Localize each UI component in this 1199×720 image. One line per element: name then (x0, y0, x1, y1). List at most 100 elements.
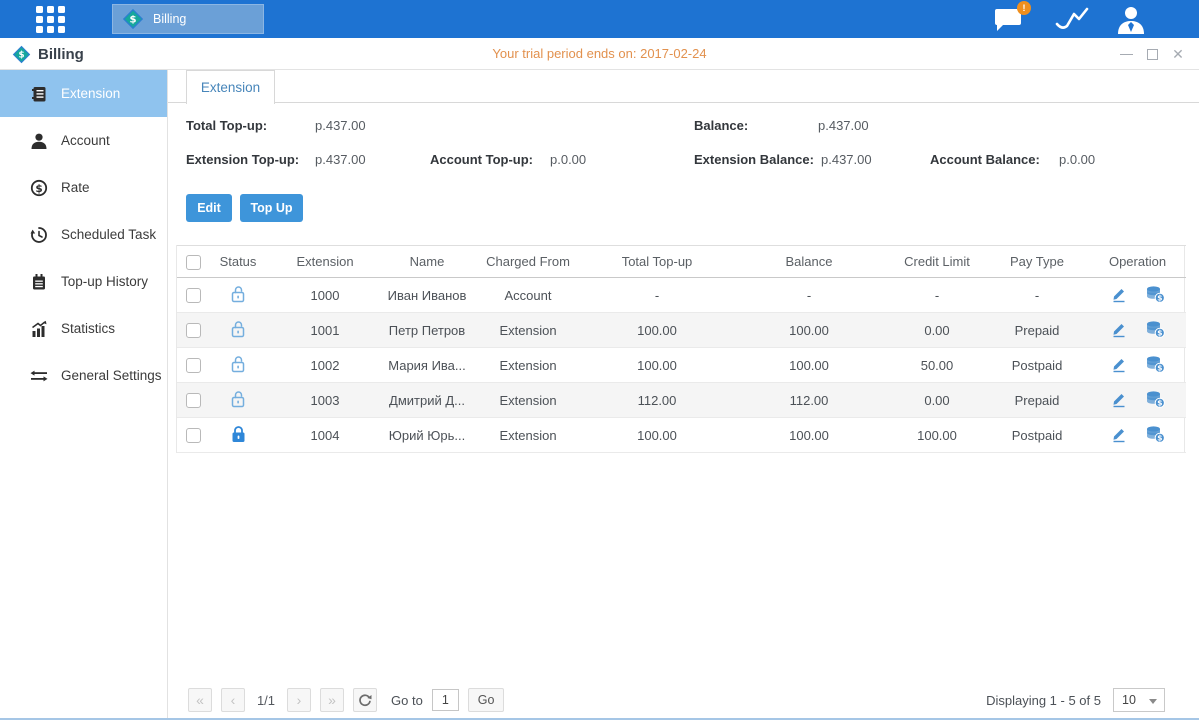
last-page-button[interactable]: » (320, 688, 344, 712)
extension-balance-label: Extension Balance: (694, 152, 814, 167)
status-cell (209, 313, 267, 348)
close-icon[interactable]: ✕ (1171, 47, 1185, 61)
pay-type-cell: Postpaid (985, 348, 1089, 383)
extension-cell: 1001 (267, 313, 383, 348)
table-row: 1004 Юрий Юрь... Extension 100.00 100.00… (177, 418, 1186, 453)
svg-text:$: $ (35, 183, 42, 195)
status-cell (209, 278, 267, 313)
name-cell: Дмитрий Д... (383, 383, 471, 418)
page-size-select[interactable]: 10 (1113, 688, 1165, 712)
edit-row-icon[interactable] (1110, 285, 1128, 306)
app-window: $ Billing ! (0, 0, 1199, 720)
sidebar-item-extension[interactable]: Extension (0, 70, 167, 117)
svg-text:$: $ (1158, 363, 1163, 372)
col-balance: Balance (729, 246, 889, 278)
taskbar-billing-tab[interactable]: $ Billing (112, 4, 264, 34)
apps-grid-icon[interactable] (36, 6, 66, 33)
top-up-row-icon[interactable]: $ (1145, 285, 1165, 306)
sidebar-item-rate[interactable]: $ Rate (0, 164, 167, 211)
sidebar-item-scheduled-task[interactable]: Scheduled Task (0, 211, 167, 258)
balance-cell: 100.00 (729, 418, 889, 453)
total-topup-value: p.437.00 (315, 118, 366, 133)
scheduled-task-clock-icon (30, 226, 48, 244)
extensions-table: Status Extension Name Charged From Total… (176, 245, 1185, 453)
operation-cell: $ (1089, 348, 1186, 383)
sidebar-item-account[interactable]: Account (0, 117, 167, 164)
billing-app-icon: $ (122, 8, 144, 30)
sidebar-item-statistics[interactable]: Statistics (0, 305, 167, 352)
row-checkbox[interactable] (186, 288, 201, 303)
account-balance-label: Account Balance: (930, 152, 1040, 167)
messages-icon[interactable]: ! (993, 6, 1025, 37)
balance-label: Balance: (694, 118, 748, 133)
col-extension: Extension (267, 246, 383, 278)
user-icon[interactable] (1114, 5, 1148, 39)
edit-row-icon[interactable] (1110, 425, 1128, 446)
account-topup-value: p.0.00 (550, 152, 586, 167)
refresh-button[interactable] (353, 688, 377, 712)
main-content: Extension Total Top-up: p.437.00 Balance… (168, 70, 1199, 720)
top-up-row-icon[interactable]: $ (1145, 390, 1165, 411)
locked-icon[interactable] (230, 425, 247, 446)
row-checkbox[interactable] (186, 358, 201, 373)
row-checkbox[interactable] (186, 393, 201, 408)
minimize-icon[interactable] (1119, 47, 1133, 61)
table-row: 1000 Иван Иванов Account - - - - (177, 278, 1186, 313)
select-all-checkbox[interactable] (186, 255, 201, 270)
goto-page-input[interactable] (432, 689, 459, 711)
sidebar-item-label: Rate (61, 180, 90, 195)
pay-type-cell: Postpaid (985, 418, 1089, 453)
first-page-button[interactable]: « (188, 688, 212, 712)
sidebar-item-label: Scheduled Task (61, 227, 156, 242)
tab-strip: Extension (168, 70, 1199, 103)
topup-history-notepad-icon (30, 273, 48, 291)
unlocked-icon[interactable] (230, 320, 247, 341)
unlocked-icon[interactable] (230, 355, 247, 376)
balance-cell: - (729, 278, 889, 313)
extension-cell: 1003 (267, 383, 383, 418)
svg-text:$: $ (1158, 433, 1163, 442)
sidebar-item-general-settings[interactable]: General Settings (0, 352, 167, 399)
top-up-row-icon[interactable]: $ (1145, 425, 1165, 446)
window-header: $ Billing Your trial period ends on: 201… (0, 38, 1199, 70)
edit-row-icon[interactable] (1110, 320, 1128, 341)
page-size-value: 10 (1114, 693, 1136, 707)
col-name: Name (383, 246, 471, 278)
edit-button[interactable]: Edit (186, 194, 232, 222)
charged-from-cell: Extension (471, 383, 585, 418)
operation-cell: $ (1089, 313, 1186, 348)
prev-page-button[interactable]: ‹ (221, 688, 245, 712)
row-checkbox[interactable] (186, 323, 201, 338)
edit-row-icon[interactable] (1110, 390, 1128, 411)
go-button[interactable]: Go (468, 688, 505, 712)
sidebar-item-label: Account (61, 133, 110, 148)
row-checkbox[interactable] (186, 428, 201, 443)
extension-balance-value: p.437.00 (821, 152, 872, 167)
balance-cell: 112.00 (729, 383, 889, 418)
sidebar-item-label: General Settings (61, 368, 162, 383)
statistics-chart-icon[interactable] (1055, 6, 1089, 37)
extension-cell: 1002 (267, 348, 383, 383)
col-credit-limit: Credit Limit (889, 246, 985, 278)
balance-value: p.437.00 (818, 118, 869, 133)
top-up-row-icon[interactable]: $ (1145, 355, 1165, 376)
sidebar-item-topup-history[interactable]: Top-up History (0, 258, 167, 305)
next-page-button[interactable]: › (287, 688, 311, 712)
charged-from-cell: Extension (471, 418, 585, 453)
top-up-row-icon[interactable]: $ (1145, 320, 1165, 341)
top-up-button[interactable]: Top Up (240, 194, 303, 222)
edit-row-icon[interactable] (1110, 355, 1128, 376)
status-cell (209, 348, 267, 383)
tab-extension[interactable]: Extension (186, 70, 275, 104)
credit-limit-cell: 50.00 (889, 348, 985, 383)
status-cell (209, 383, 267, 418)
maximize-icon[interactable] (1145, 47, 1159, 61)
credit-limit-cell: 0.00 (889, 383, 985, 418)
goto-label: Go to (391, 693, 423, 708)
status-cell (209, 418, 267, 453)
unlocked-icon[interactable] (230, 285, 247, 306)
pagination-bar: « ‹ 1/1 › » Go to Go Displaying 1 - 5 of… (188, 686, 1165, 714)
sidebar-item-label: Extension (61, 86, 120, 101)
unlocked-icon[interactable] (230, 390, 247, 411)
account-person-icon (30, 132, 48, 150)
